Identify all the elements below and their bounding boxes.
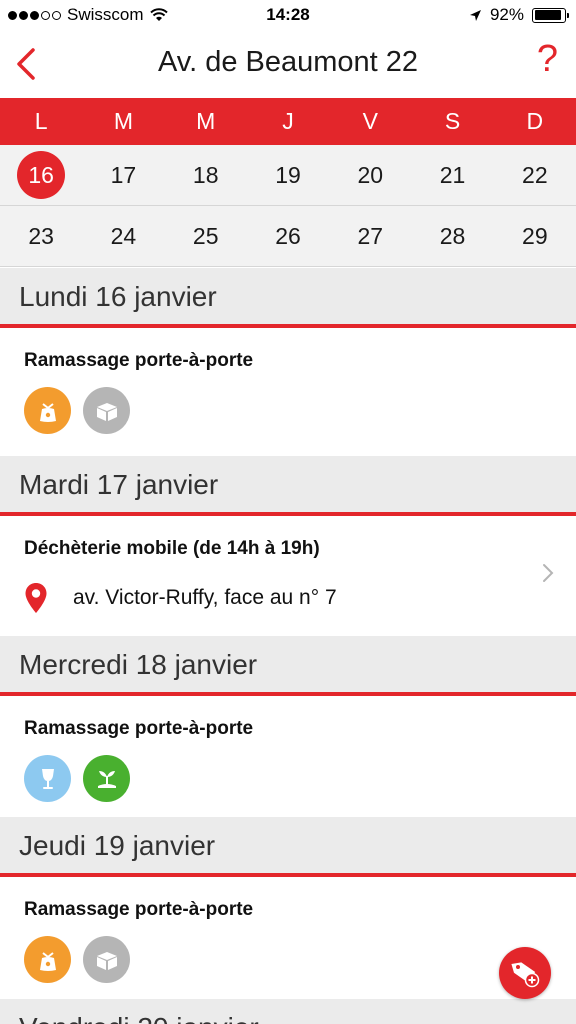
weekday-label: D (526, 108, 544, 134)
weekday-label: J (282, 108, 294, 134)
day-number: 27 (357, 222, 384, 249)
entry-address: av. Victor-Ruffy, face au n° 7 (73, 586, 337, 609)
household-waste-bag-icon (24, 387, 71, 434)
waste-type-icons (24, 755, 552, 802)
day-section-header: Jeudi 19 janvier (0, 817, 576, 877)
day-number: 23 (28, 222, 54, 249)
day-section-header: Vendredi 20 janvier (0, 999, 576, 1024)
calendar-day[interactable]: 19 (247, 145, 329, 205)
add-reminder-button[interactable] (499, 947, 551, 999)
weekday-label: S (444, 108, 461, 134)
battery-percent: 92% (489, 5, 524, 24)
weekday-label: M (196, 108, 216, 134)
entry-title: Ramassage porte-à-porte (24, 350, 254, 371)
waste-type-icons (24, 387, 552, 434)
calendar-day[interactable]: 29 (494, 206, 576, 266)
day-number: 21 (439, 161, 466, 188)
calendar-day[interactable]: 18 (165, 145, 247, 205)
weekday-label: M (113, 108, 133, 134)
day-number: 28 (439, 222, 466, 249)
day-number: 19 (275, 161, 301, 188)
calendar-day[interactable]: 26 (247, 206, 329, 266)
weekday-label: L (34, 108, 48, 134)
status-bar: Swisscom 14:28 92% (0, 0, 576, 32)
calendar-weekday-header: L M M J V S D (0, 98, 576, 145)
day-number: 29 (522, 222, 548, 249)
navigation-bar: Av. de Beaumont 22 ? (0, 32, 576, 98)
day-section-header: Mercredi 18 janvier (0, 636, 576, 696)
chevron-right-icon[interactable] (542, 563, 554, 583)
calendar-day[interactable]: 24 (82, 206, 164, 266)
day-number: 25 (192, 222, 219, 249)
calendar-week-row: 16 17 18 19 20 21 22 (0, 145, 576, 206)
day-number: 26 (275, 222, 301, 249)
schedule-entry-mobile-recycling[interactable]: Déchèterie mobile (de 14h à 19h) av. Vic… (0, 516, 576, 636)
calendar-day[interactable]: 23 (0, 206, 82, 266)
glass-icon (24, 755, 71, 802)
calendar-day[interactable]: 28 (411, 206, 493, 266)
location-arrow-icon (469, 9, 481, 21)
day-number: 17 (110, 161, 137, 188)
help-button[interactable]: ? (537, 38, 558, 81)
day-number: 18 (192, 161, 219, 188)
cardboard-box-icon (83, 387, 130, 434)
battery-icon (532, 7, 569, 23)
entry-title: Ramassage porte-à-porte (24, 718, 254, 739)
weekday-label: V (362, 108, 378, 134)
organic-waste-icon (83, 755, 130, 802)
day-number: 22 (522, 161, 548, 188)
calendar-day-selected[interactable]: 16 (0, 145, 82, 205)
calendar-day[interactable]: 17 (82, 145, 164, 205)
household-waste-bag-icon (24, 936, 71, 983)
calendar-day[interactable]: 25 (165, 206, 247, 266)
day-section-header: Lundi 16 janvier (0, 268, 576, 328)
entry-location: av. Victor-Ruffy, face au n° 7 (24, 582, 552, 614)
collection-schedule-list: Lundi 16 janvier Ramassage porte-à-porte… (0, 268, 576, 1024)
schedule-entry[interactable]: Ramassage porte-à-porte (0, 877, 576, 999)
schedule-entry[interactable]: Ramassage porte-à-porte (0, 696, 576, 817)
day-number: 16 (17, 151, 66, 199)
calendar-day[interactable]: 21 (411, 145, 493, 205)
waste-type-icons (24, 936, 552, 983)
day-section-header: Mardi 17 janvier (0, 456, 576, 516)
entry-title: Ramassage porte-à-porte (24, 899, 254, 920)
status-right: 92% (469, 5, 569, 25)
page-title: Av. de Beaumont 22 (157, 46, 419, 78)
day-number: 24 (110, 222, 137, 249)
entry-title: Déchèterie mobile (de 14h à 19h) (24, 538, 320, 559)
map-pin-icon (25, 583, 47, 613)
tag-add-icon (511, 962, 540, 988)
calendar-day[interactable]: 22 (494, 145, 576, 205)
schedule-entry[interactable]: Ramassage porte-à-porte (0, 328, 576, 456)
calendar-day[interactable]: 20 (329, 145, 411, 205)
day-number: 20 (357, 161, 384, 188)
calendar-day[interactable]: 27 (329, 206, 411, 266)
calendar-week-row: 23 24 25 26 27 28 29 (0, 206, 576, 267)
cardboard-box-icon (83, 936, 130, 983)
